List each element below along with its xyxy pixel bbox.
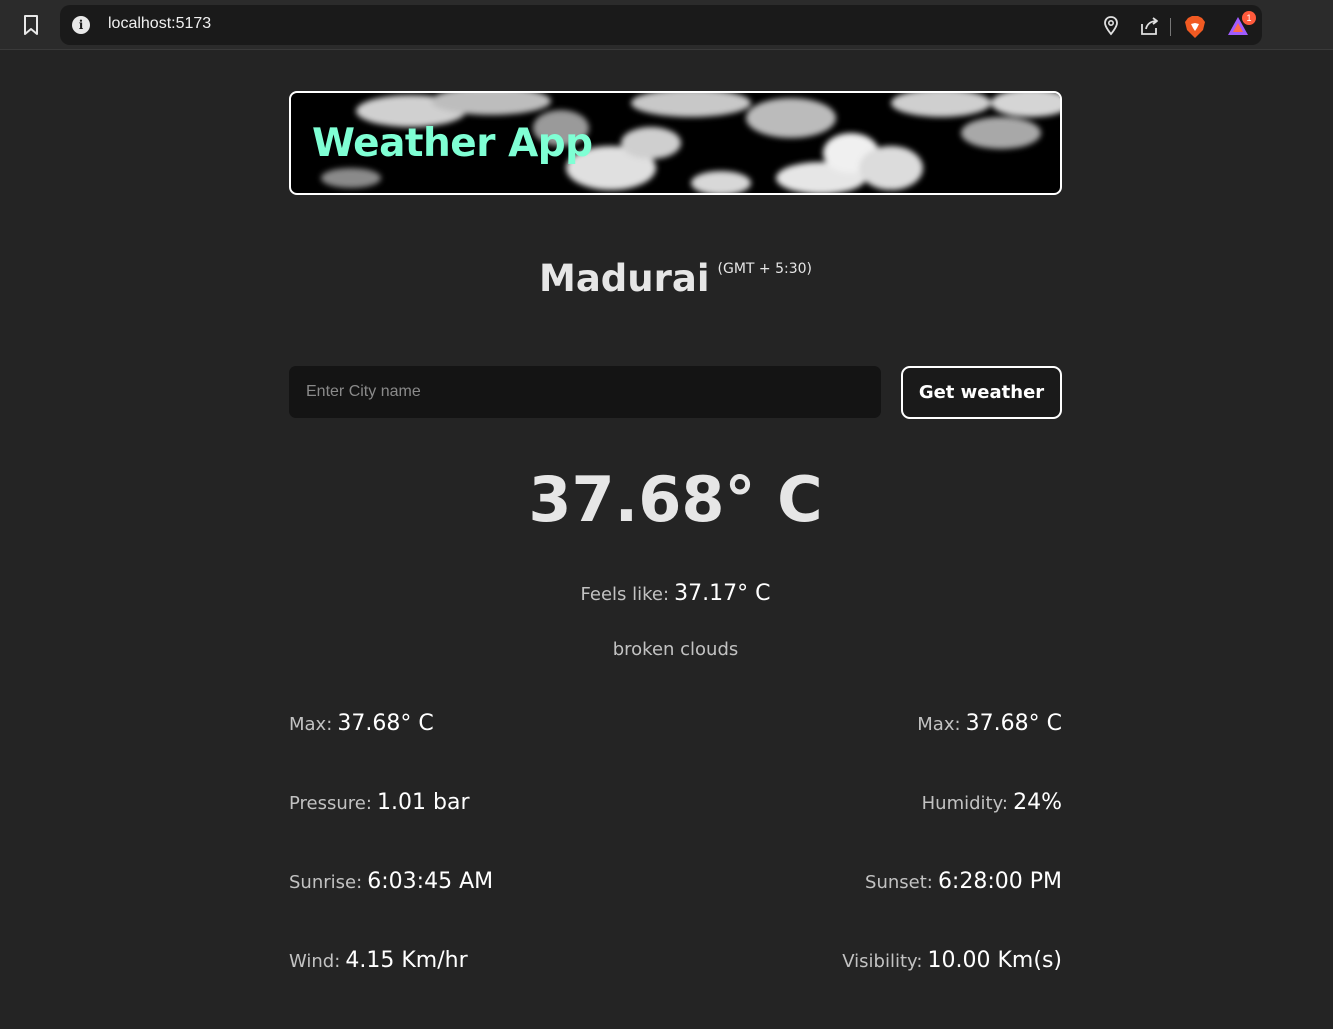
stat-max-right: Max: 37.68° C bbox=[917, 711, 1062, 736]
location-pin-icon[interactable] bbox=[1100, 15, 1122, 37]
stat-sunset: Sunset: 6:28:00 PM bbox=[865, 869, 1062, 894]
get-weather-button[interactable]: Get weather bbox=[901, 366, 1062, 419]
stat-label: Sunset: bbox=[865, 872, 933, 893]
stat-label: Pressure: bbox=[289, 793, 372, 814]
feels-like-value: 37.17° C bbox=[674, 581, 771, 606]
browser-toolbar: i localhost:5173 1 bbox=[0, 0, 1333, 50]
bookmark-icon[interactable] bbox=[18, 12, 44, 38]
app-header: Weather App bbox=[289, 91, 1062, 195]
url-text[interactable]: localhost:5173 bbox=[108, 15, 211, 33]
stat-label: Max: bbox=[289, 714, 333, 735]
stat-value: 10.00 Km(s) bbox=[927, 948, 1062, 973]
stat-label: Max: bbox=[917, 714, 961, 735]
stat-visibility: Visibility: 10.00 Km(s) bbox=[842, 948, 1062, 973]
app-title: Weather App bbox=[312, 121, 593, 166]
weather-app: Weather App Madurai (GMT + 5:30) Get weat… bbox=[289, 91, 1062, 973]
current-temperature: 37.68° C bbox=[528, 463, 823, 536]
stat-sunrise: Sunrise: 6:03:45 AM bbox=[289, 869, 493, 894]
weather-description: broken clouds bbox=[612, 639, 739, 660]
stat-max-left: Max: 37.68° C bbox=[289, 711, 434, 736]
stat-label: Wind: bbox=[289, 951, 341, 972]
stat-value: 24% bbox=[1013, 790, 1062, 815]
stat-label: Visibility: bbox=[842, 951, 923, 972]
stat-value: 6:28:00 PM bbox=[937, 869, 1062, 894]
stat-value: 37.68° C bbox=[337, 711, 434, 736]
address-bar[interactable]: i localhost:5173 1 bbox=[60, 5, 1262, 45]
stat-pressure: Pressure: 1.01 bar bbox=[289, 790, 470, 815]
city-search-input[interactable] bbox=[289, 366, 881, 418]
info-icon[interactable]: i bbox=[72, 16, 90, 34]
city-heading: Madurai (GMT + 5:30) bbox=[289, 257, 1062, 300]
stat-label: Humidity: bbox=[921, 793, 1008, 814]
stat-label: Sunrise: bbox=[289, 872, 363, 893]
notification-badge: 1 bbox=[1242, 11, 1256, 25]
feels-like: Feels like: 37.17° C bbox=[289, 581, 1062, 606]
share-icon[interactable] bbox=[1138, 15, 1160, 37]
feels-like-label: Feels like: bbox=[580, 584, 670, 605]
stat-value: 1.01 bar bbox=[377, 790, 470, 815]
city-name: Madurai bbox=[539, 257, 710, 300]
stat-humidity: Humidity: 24% bbox=[922, 790, 1062, 815]
stat-value: 6:03:45 AM bbox=[367, 869, 494, 894]
stat-value: 4.15 Km/hr bbox=[345, 948, 468, 973]
brave-lion-icon[interactable] bbox=[1184, 15, 1206, 38]
toolbar-separator bbox=[1170, 18, 1171, 36]
stat-value: 37.68° C bbox=[965, 711, 1062, 736]
timezone-label: (GMT + 5:30) bbox=[717, 261, 812, 277]
stat-wind: Wind: 4.15 Km/hr bbox=[289, 948, 468, 973]
